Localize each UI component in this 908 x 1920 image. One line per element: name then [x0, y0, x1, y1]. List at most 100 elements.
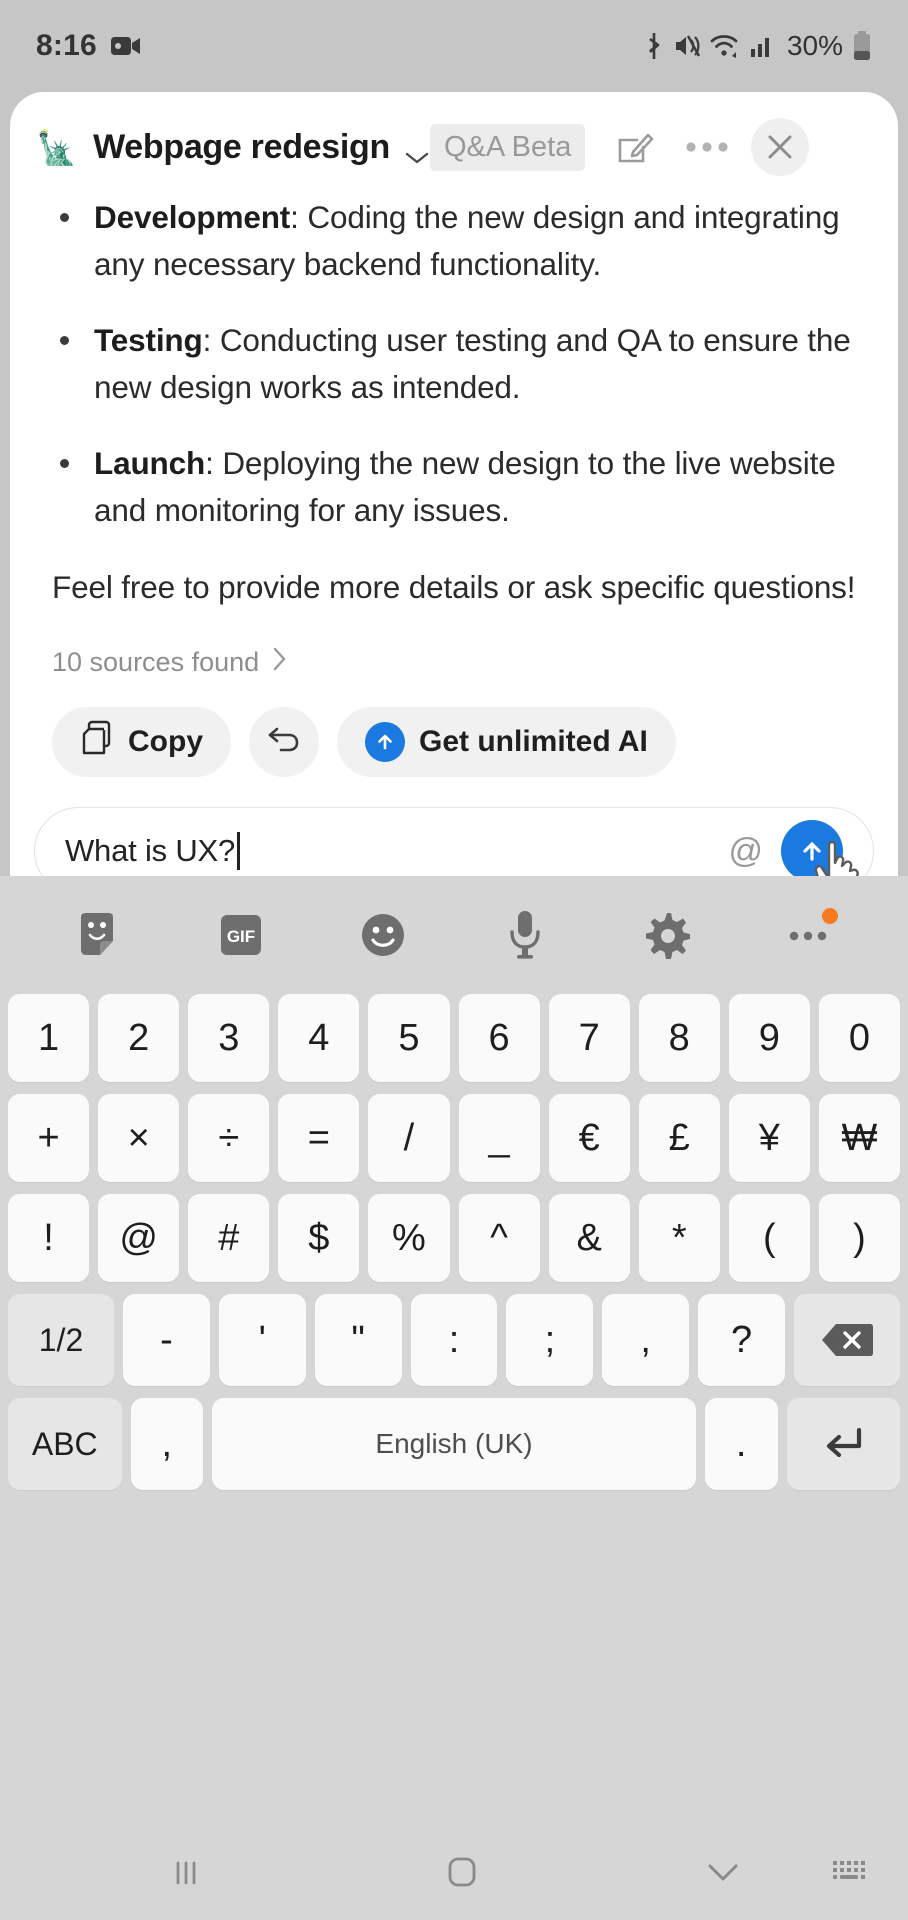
get-unlimited-ai-label: Get unlimited AI	[419, 725, 648, 759]
home-icon[interactable]	[438, 1848, 486, 1896]
key-space[interactable]: English (UK)	[212, 1398, 696, 1490]
hide-keyboard-chevron-icon[interactable]	[700, 1856, 746, 1888]
microphone-icon[interactable]	[490, 900, 560, 970]
bullet-label: Testing	[94, 322, 203, 359]
list-item: Testing: Conducting user testing and QA …	[36, 317, 872, 410]
navigation-bar	[0, 1824, 908, 1920]
key-1[interactable]: 1	[8, 994, 90, 1082]
sources-link[interactable]: 10 sources found	[36, 646, 872, 679]
compose-icon[interactable]	[615, 127, 655, 167]
enter-return-icon[interactable]	[786, 1398, 901, 1490]
at-icon[interactable]: @	[728, 832, 763, 871]
key-paren-open[interactable]: (	[728, 1194, 810, 1282]
settings-gear-icon[interactable]	[632, 900, 702, 970]
copy-icon	[80, 720, 114, 764]
key-paren-close[interactable]: )	[818, 1194, 900, 1282]
key-won[interactable]: ₩	[818, 1094, 900, 1182]
assistant-answer: Development: Coding the new design and i…	[10, 184, 898, 778]
key-4[interactable]: 4	[278, 994, 360, 1082]
regenerate-button[interactable]	[249, 707, 319, 778]
key-at[interactable]: @	[98, 1194, 180, 1282]
keyboard-row-symbols: ! @ # $ % ^ & * ( )	[8, 1194, 900, 1282]
backspace-icon[interactable]	[794, 1294, 900, 1386]
key-yen[interactable]: ¥	[728, 1094, 810, 1182]
key-exclamation[interactable]: !	[8, 1194, 90, 1282]
input-value: What is UX?	[65, 833, 236, 869]
key-hash[interactable]: #	[188, 1194, 270, 1282]
key-quote[interactable]: "	[314, 1294, 402, 1386]
key-ampersand[interactable]: &	[548, 1194, 630, 1282]
keyboard-row-bottom: ABC , English (UK) .	[8, 1398, 901, 1490]
wifi-icon	[709, 32, 741, 60]
key-0[interactable]: 0	[818, 994, 900, 1082]
close-icon[interactable]	[751, 118, 810, 176]
more-options-icon[interactable]	[774, 900, 844, 970]
status-bar: 8:16 30%	[0, 0, 908, 92]
key-equals[interactable]: =	[278, 1094, 360, 1182]
get-unlimited-ai-button[interactable]: Get unlimited AI	[337, 707, 676, 778]
copy-button[interactable]: Copy	[52, 707, 231, 778]
key-semicolon[interactable]: ;	[506, 1294, 594, 1386]
key-9[interactable]: 9	[728, 994, 810, 1082]
key-apostrophe[interactable]: '	[218, 1294, 306, 1386]
key-underscore[interactable]: _	[458, 1094, 540, 1182]
key-8[interactable]: 8	[638, 994, 720, 1082]
key-slash[interactable]: /	[368, 1094, 450, 1182]
key-percent[interactable]: %	[368, 1194, 450, 1282]
emoji-icon[interactable]	[348, 900, 418, 970]
svg-text:GIF: GIF	[227, 927, 255, 946]
key-comma[interactable]: ,	[602, 1294, 690, 1386]
battery-percent: 30%	[786, 30, 843, 61]
key-caret[interactable]: ^	[458, 1194, 540, 1282]
statue-of-liberty-emoji: 🗽	[36, 128, 78, 166]
bullet-label: Launch	[94, 445, 206, 482]
more-horizontal-icon[interactable]	[685, 140, 729, 154]
input-value-row: What is UX?	[65, 832, 728, 871]
key-question[interactable]: ?	[698, 1294, 785, 1386]
key-hyphen[interactable]: -	[122, 1294, 210, 1386]
assistant-panel: 🗽 Webpage redesign Q&A Beta Development:…	[10, 92, 898, 876]
key-colon[interactable]: :	[410, 1294, 498, 1386]
video-recording-icon	[110, 35, 141, 57]
key-3[interactable]: 3	[188, 994, 270, 1082]
bullet-text: : Deploying the new design to the live w…	[94, 445, 836, 529]
key-6[interactable]: 6	[458, 994, 540, 1082]
phone-screen: 8:16 30% 🗽 Webpage redesign Q&A Beta Dev…	[0, 0, 908, 1920]
key-asterisk[interactable]: *	[638, 1194, 720, 1282]
key-comma-bottom[interactable]: ,	[130, 1398, 204, 1490]
key-dollar[interactable]: $	[278, 1194, 360, 1282]
answer-bullet-list: Development: Coding the new design and i…	[36, 194, 872, 534]
status-bar-left: 8:16	[36, 29, 141, 63]
key-2[interactable]: 2	[98, 994, 180, 1082]
answer-actions: Copy Get unlimited AI	[36, 679, 872, 778]
keyboard-row-punctuation: 1/2 - ' " : ; , ?	[8, 1294, 900, 1386]
bullet-label: Development	[94, 199, 291, 235]
sources-label: 10 sources found	[52, 647, 260, 678]
key-7[interactable]: 7	[548, 994, 630, 1082]
list-item: Development: Coding the new design and i…	[36, 194, 872, 287]
sticker-icon[interactable]	[64, 900, 134, 970]
key-page-toggle[interactable]: 1/2	[8, 1294, 114, 1386]
keyboard-rows: 1 2 3 4 5 6 7 8 9 0 + × ÷ = / _ € £ ¥ ₩ …	[0, 994, 908, 1490]
status-bar-right: 30%	[643, 30, 872, 62]
key-divide[interactable]: ÷	[188, 1094, 270, 1182]
key-multiply[interactable]: ×	[98, 1094, 180, 1182]
text-caret	[237, 832, 240, 871]
key-period[interactable]: .	[704, 1398, 778, 1490]
undo-arrow-icon	[265, 722, 303, 762]
key-5[interactable]: 5	[368, 994, 450, 1082]
key-pound[interactable]: £	[638, 1094, 720, 1182]
send-button[interactable]	[781, 820, 843, 876]
recents-icon[interactable]	[164, 1850, 208, 1894]
key-euro[interactable]: €	[548, 1094, 630, 1182]
search-input[interactable]: What is UX? @	[34, 807, 874, 876]
gif-icon[interactable]: GIF	[206, 900, 276, 970]
bullet-text: : Conducting user testing and QA to ensu…	[94, 322, 851, 405]
status-time: 8:16	[36, 29, 97, 62]
arrow-up-circle-icon	[365, 722, 405, 763]
keyboard-switch-icon[interactable]	[828, 1855, 874, 1889]
notification-dot-badge	[822, 908, 838, 924]
keyboard-row-numbers: 1 2 3 4 5 6 7 8 9 0	[8, 994, 900, 1082]
key-abc[interactable]: ABC	[8, 1398, 122, 1490]
key-plus[interactable]: +	[8, 1094, 90, 1182]
